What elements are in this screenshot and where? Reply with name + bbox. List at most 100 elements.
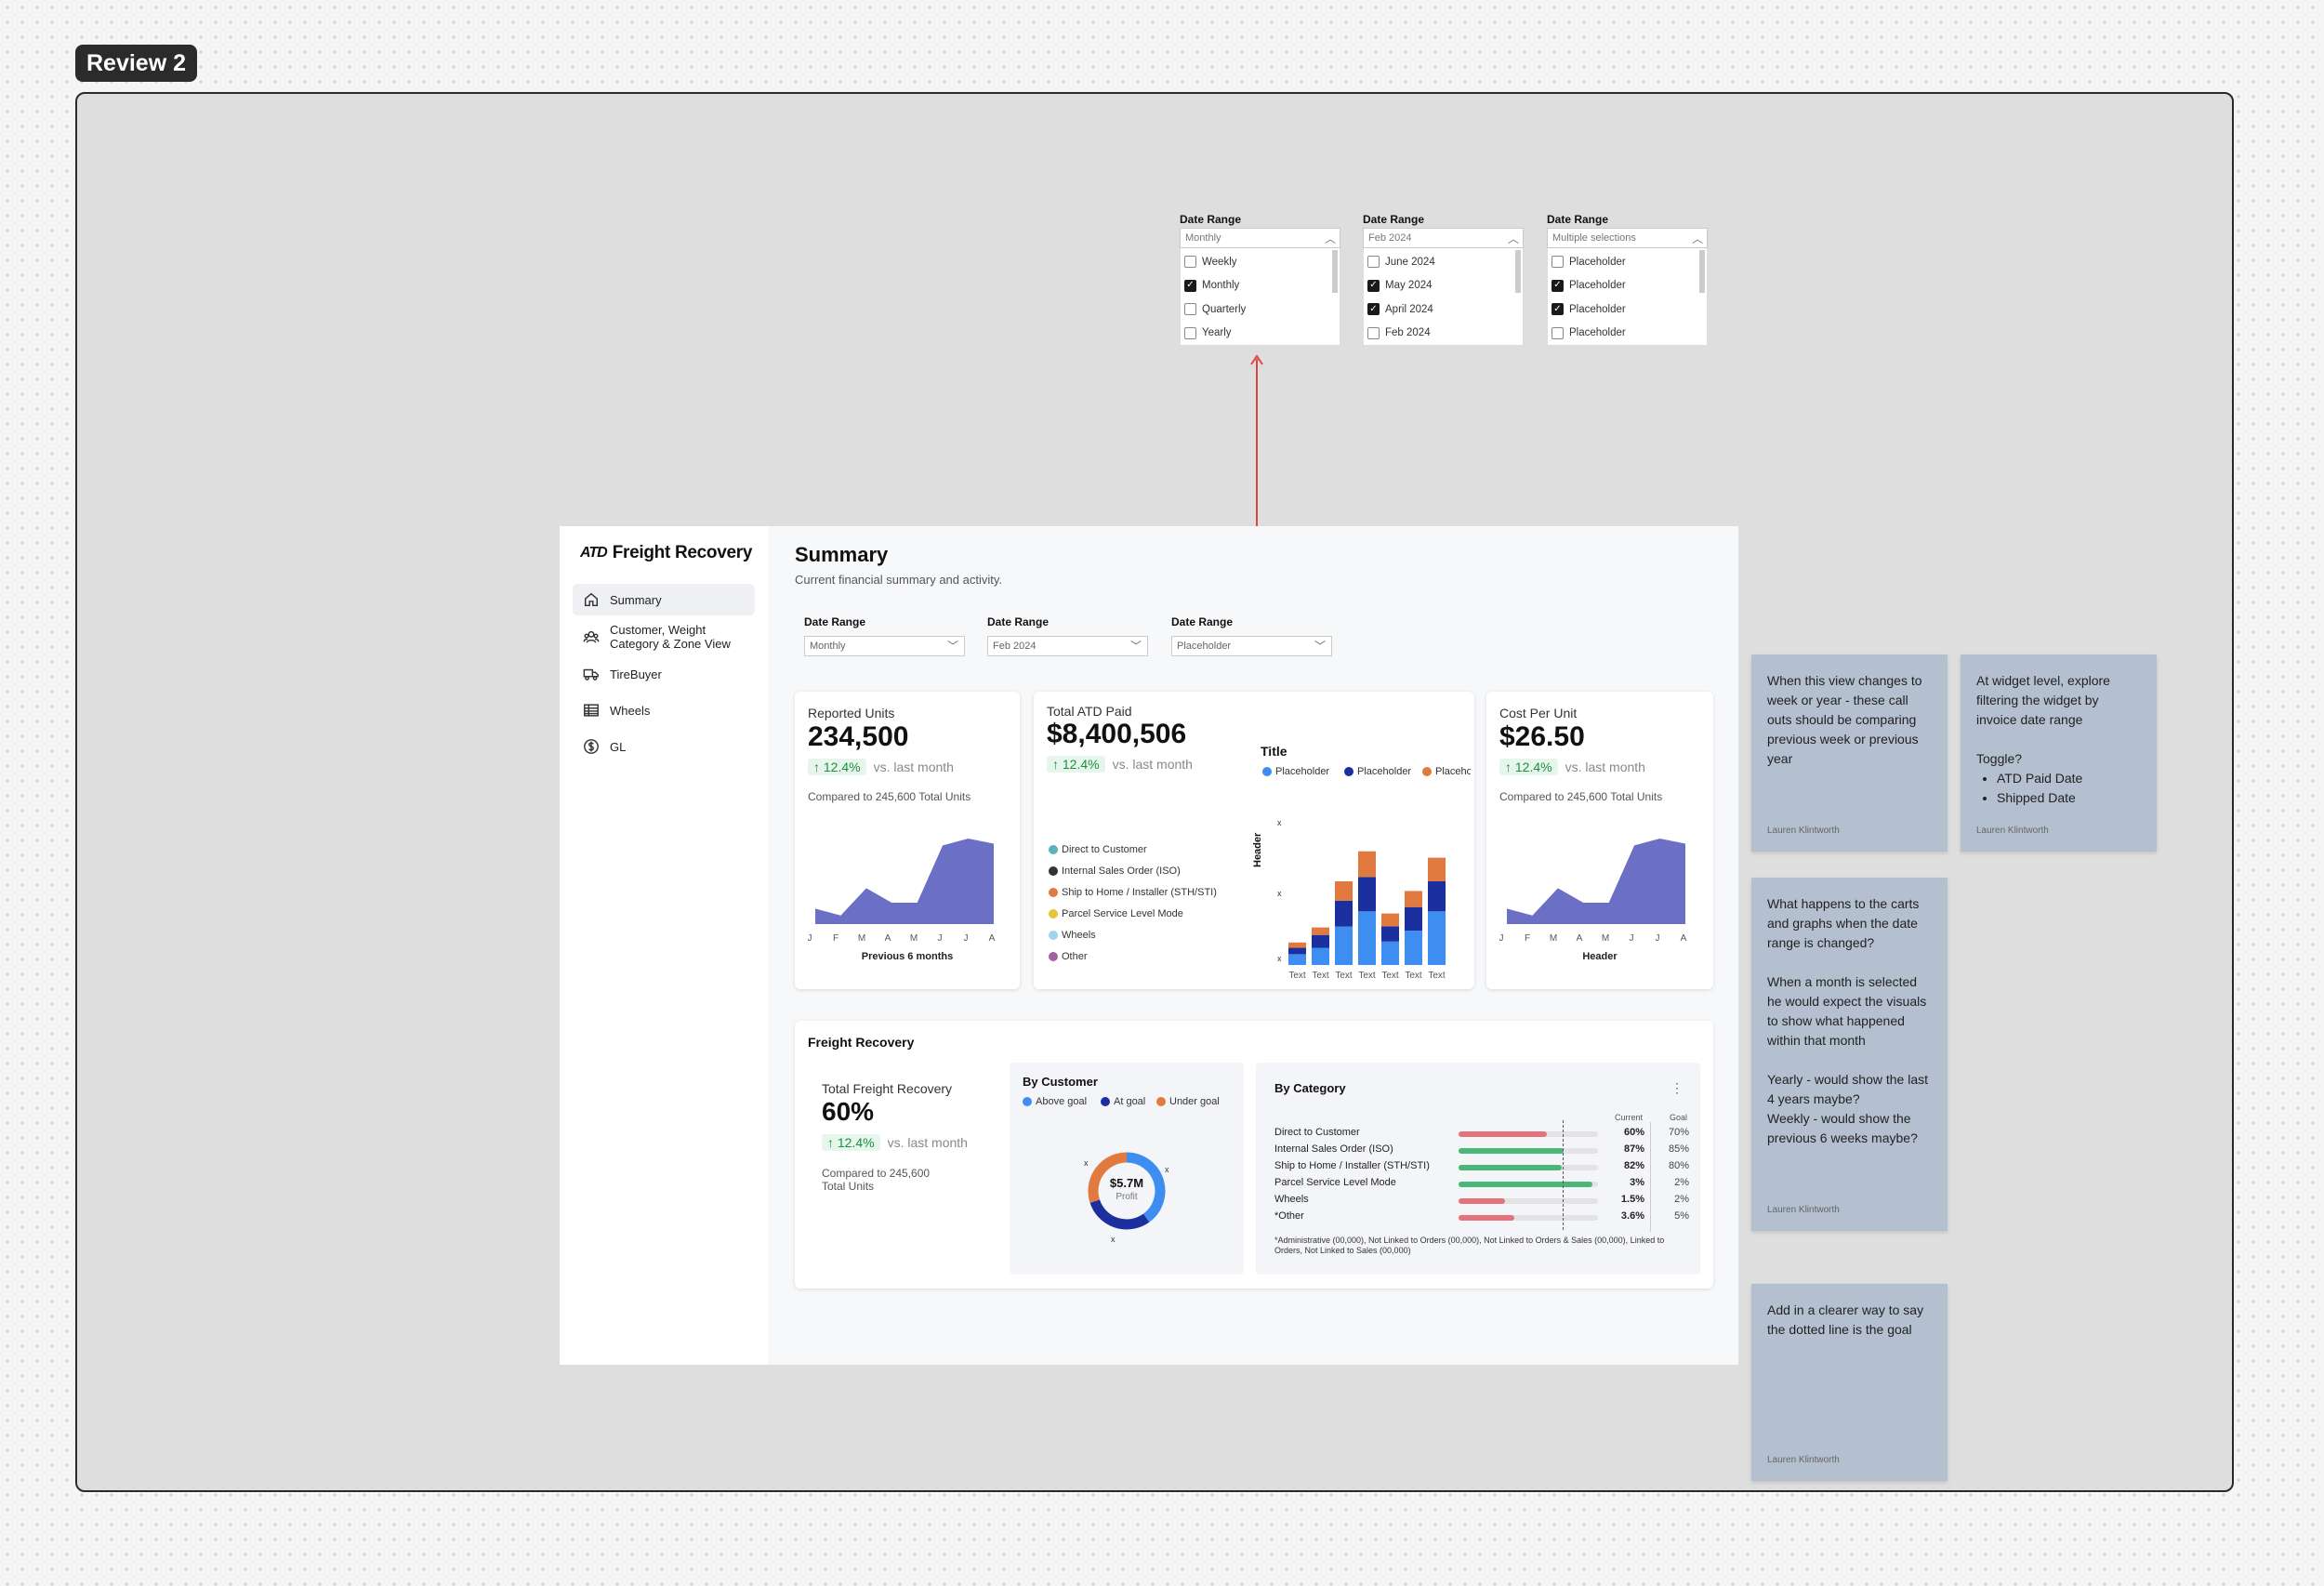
app-name: Freight Recovery — [612, 543, 753, 562]
popup-month[interactable]: Date Range Feb 2024 ︿ June 2024 ✓ May 2024… — [1363, 211, 1524, 346]
filter-select[interactable]: Monthly ﹀ — [804, 636, 965, 656]
legend-dot — [1023, 1097, 1032, 1106]
by-customer-panel: By Customer Above goal At goal Under goa… — [1010, 1063, 1244, 1275]
popup-multi[interactable]: Date Range Multiple selections ︿ Placehol… — [1547, 211, 1708, 346]
kpi-value: $8,400,506 — [1047, 719, 1187, 749]
legend-item: Parcel Service Level Mode — [1049, 908, 1183, 919]
goal-value: 5% — [1674, 1210, 1689, 1222]
sidebar-item-tirebuyer[interactable]: TireBuyer — [573, 658, 755, 690]
checkbox[interactable] — [1184, 256, 1196, 269]
scrollbar[interactable] — [1699, 250, 1705, 293]
option[interactable]: Placeholder — [1548, 250, 1707, 274]
y-axis-label: Header — [1252, 832, 1263, 867]
kpi-title: Total ATD Paid — [1047, 704, 1132, 719]
option[interactable]: ✓ April 2024 — [1364, 297, 1523, 322]
review-label: Review 2 — [75, 45, 198, 82]
kpi-card-paid: Total ATD Paid $8,400,506 ↑ 12.4% vs. las… — [1034, 692, 1474, 989]
option[interactable]: Feb 2024 — [1364, 322, 1523, 346]
area-series — [815, 839, 994, 924]
checkbox[interactable] — [1184, 303, 1196, 316]
filter-value: Placeholder — [1177, 641, 1232, 652]
note-list-item: ATD Paid Date — [1997, 769, 2141, 788]
popup-select[interactable]: Multiple selections ︿ — [1547, 228, 1708, 248]
freight-recovery-card: Freight Recovery Total Freight Recovery … — [795, 1021, 1713, 1289]
filter-label: Date Range — [987, 615, 1050, 628]
option[interactable]: Weekly — [1181, 250, 1340, 274]
checkbox-checked[interactable]: ✓ — [1367, 303, 1380, 316]
more-vertical-icon[interactable]: ⋮ — [1670, 1080, 1684, 1096]
category-name: *Other — [1274, 1210, 1304, 1222]
option[interactable]: Placeholder — [1548, 322, 1707, 346]
scrollbar[interactable] — [1332, 250, 1338, 293]
filter-other: Date Range Placeholder ﹀ — [1171, 615, 1332, 656]
legend-item: Above goal — [1023, 1096, 1087, 1107]
option[interactable]: June 2024 — [1364, 250, 1523, 274]
option-label: April 2024 — [1385, 303, 1433, 315]
popup-value: Feb 2024 — [1368, 232, 1412, 244]
progress-track — [1459, 1182, 1598, 1187]
goal-line — [1563, 1120, 1564, 1230]
checkbox[interactable] — [1552, 256, 1564, 269]
checkbox[interactable] — [1184, 326, 1196, 339]
x-tick-label: A — [885, 933, 891, 944]
sticky-note: When this view changes to week or year -… — [1751, 654, 1948, 852]
column-header-goal: Goal — [1669, 1113, 1687, 1122]
checkbox[interactable] — [1367, 256, 1380, 269]
bar-segment — [1358, 877, 1376, 912]
chevron-down-icon: ﹀ — [1314, 640, 1326, 653]
filter-select[interactable]: Feb 2024 ﹀ — [987, 636, 1148, 656]
category-list: Direct to Customer 60% 70% Internal Sales … — [1274, 1127, 1702, 1229]
sidebar-item-wheels[interactable]: Wheels — [573, 694, 755, 726]
change-vs: vs. last month — [1112, 757, 1193, 772]
option[interactable]: ✓ Placeholder — [1548, 274, 1707, 298]
x-tick-label: J — [1499, 933, 1504, 944]
app-logo: ATD Freight Recovery — [580, 543, 752, 563]
checkbox-checked[interactable]: ✓ — [1367, 279, 1380, 292]
page-subtitle: Current financial summary and activity. — [795, 573, 1003, 587]
legend-dot — [1049, 866, 1058, 876]
option[interactable]: Quarterly — [1181, 297, 1340, 322]
donut-mark: x — [1165, 1165, 1169, 1174]
units-area-chart: JFMAMJJA — [808, 839, 996, 944]
chart-title: Title — [1261, 744, 1287, 759]
scrollbar[interactable] — [1515, 250, 1521, 293]
sidebar-item-customer[interactable]: Customer, Weight Category & Zone View — [573, 619, 755, 654]
checkbox-checked[interactable]: ✓ — [1552, 303, 1564, 316]
x-tick-label: Text — [1312, 971, 1329, 981]
progress-fill — [1459, 1131, 1547, 1137]
bar-segment — [1335, 900, 1353, 927]
popup-select[interactable]: Feb 2024 ︿ — [1363, 228, 1524, 248]
popup-interval[interactable]: Date Range Monthly ︿ Weekly ✓ Monthly Quar… — [1180, 211, 1340, 346]
progress-fill — [1459, 1215, 1514, 1221]
checkbox-checked[interactable]: ✓ — [1552, 279, 1564, 292]
legend-label: Placeholder — [1275, 766, 1330, 777]
progress-track — [1459, 1198, 1598, 1204]
category-name: Internal Sales Order (ISO) — [1274, 1143, 1393, 1155]
option[interactable]: Yearly — [1181, 322, 1340, 346]
popup-options: June 2024 ✓ May 2024 ✓ April 2024 Feb 2024 — [1363, 248, 1524, 346]
popup-label: Date Range — [1547, 213, 1609, 226]
filter-select[interactable]: Placeholder ﹀ — [1171, 636, 1332, 656]
goal-value: 70% — [1668, 1127, 1689, 1138]
sticky-note: Add in a clearer way to say the dotted l… — [1751, 1284, 1948, 1481]
category-footnote: *Administrative (00,000), Not Linked to … — [1274, 1236, 1665, 1255]
option[interactable]: ✓ Placeholder — [1548, 297, 1707, 322]
sidebar-item-gl[interactable]: GL — [573, 731, 755, 762]
checkbox-checked[interactable]: ✓ — [1184, 279, 1196, 292]
option[interactable]: ✓ May 2024 — [1364, 274, 1523, 298]
checkbox[interactable] — [1552, 326, 1564, 339]
bar-segment — [1381, 941, 1399, 965]
legend-item: Placeholder — [1262, 766, 1329, 777]
popup-select[interactable]: Monthly ︿ — [1180, 228, 1340, 248]
legend-item: Direct to Customer — [1049, 844, 1147, 855]
goal-value: 2% — [1674, 1194, 1689, 1205]
note-text: At widget level, explore filtering the w… — [1976, 673, 2110, 727]
option[interactable]: ✓ Monthly — [1181, 274, 1340, 298]
legend-label: Ship to Home / Installer (STH/STI) — [1062, 887, 1217, 898]
x-tick-label: A — [989, 933, 996, 944]
sidebar-item-summary[interactable]: Summary — [573, 584, 755, 615]
donut-value: $5.7M — [1109, 1176, 1144, 1190]
y-tick-label: x — [1277, 818, 1282, 827]
popup-label: Date Range — [1180, 213, 1242, 226]
checkbox[interactable] — [1367, 326, 1380, 339]
